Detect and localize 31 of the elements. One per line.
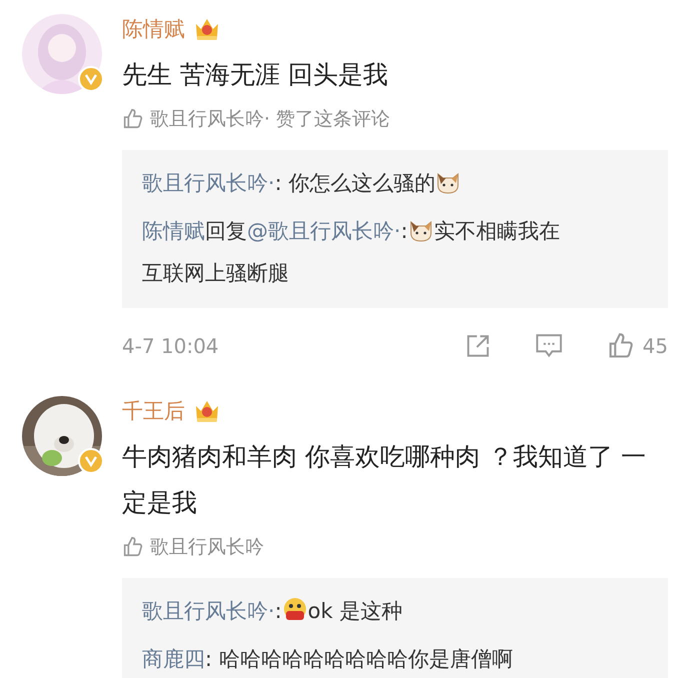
author-name[interactable]: 陈情赋 <box>122 15 185 43</box>
reply-text: : <box>274 598 282 625</box>
reply-text: 回复 <box>205 218 247 245</box>
user-link[interactable]: 歌且行风长吟· <box>142 171 275 195</box>
reply-text: 互联网上骚断腿 <box>142 260 289 287</box>
reply-text: 实不相瞒我在 <box>434 218 560 245</box>
reply-text: : 哈哈哈哈哈哈哈哈哈你是唐僧啊 <box>205 646 513 673</box>
reply-text: : 你怎么这么骚的 <box>274 170 436 197</box>
comment-text: 先生 苦海无涯 回头是我 <box>122 59 389 91</box>
cat-face-icon <box>435 170 462 194</box>
thumbs-up-icon <box>606 332 635 360</box>
liked-by-text: 歌且行风长吟 <box>150 535 264 560</box>
share-button[interactable] <box>464 333 491 359</box>
reply-text: : <box>400 218 408 245</box>
author-name[interactable]: 千王后 <box>122 397 185 425</box>
user-link[interactable]: 歌且行风长吟· <box>142 599 275 623</box>
smiley-icon <box>282 597 308 623</box>
comment-button[interactable] <box>534 333 563 359</box>
user-link[interactable]: 陈情赋 <box>142 219 205 243</box>
thumbs-up-icon <box>122 536 144 558</box>
comment-text: 牛肉猪肉和羊肉 你喜欢吃哪种肉 ？我知道了 一定是我 <box>122 441 647 519</box>
thumbs-up-icon <box>122 108 144 130</box>
user-link[interactable]: @歌且行风长吟· <box>247 219 401 243</box>
like-button[interactable]: 45 <box>606 332 668 360</box>
user-link[interactable]: 商鹿四 <box>142 647 205 671</box>
cat-face-icon <box>408 218 434 242</box>
liked-by-text: 歌且行风长吟· 赞了这条评论 <box>150 107 390 132</box>
comment-icon <box>534 333 563 359</box>
timestamp: 4-7 10:04 <box>122 334 220 358</box>
reply-text: ok 是这种 <box>308 598 402 625</box>
share-icon <box>464 333 491 359</box>
